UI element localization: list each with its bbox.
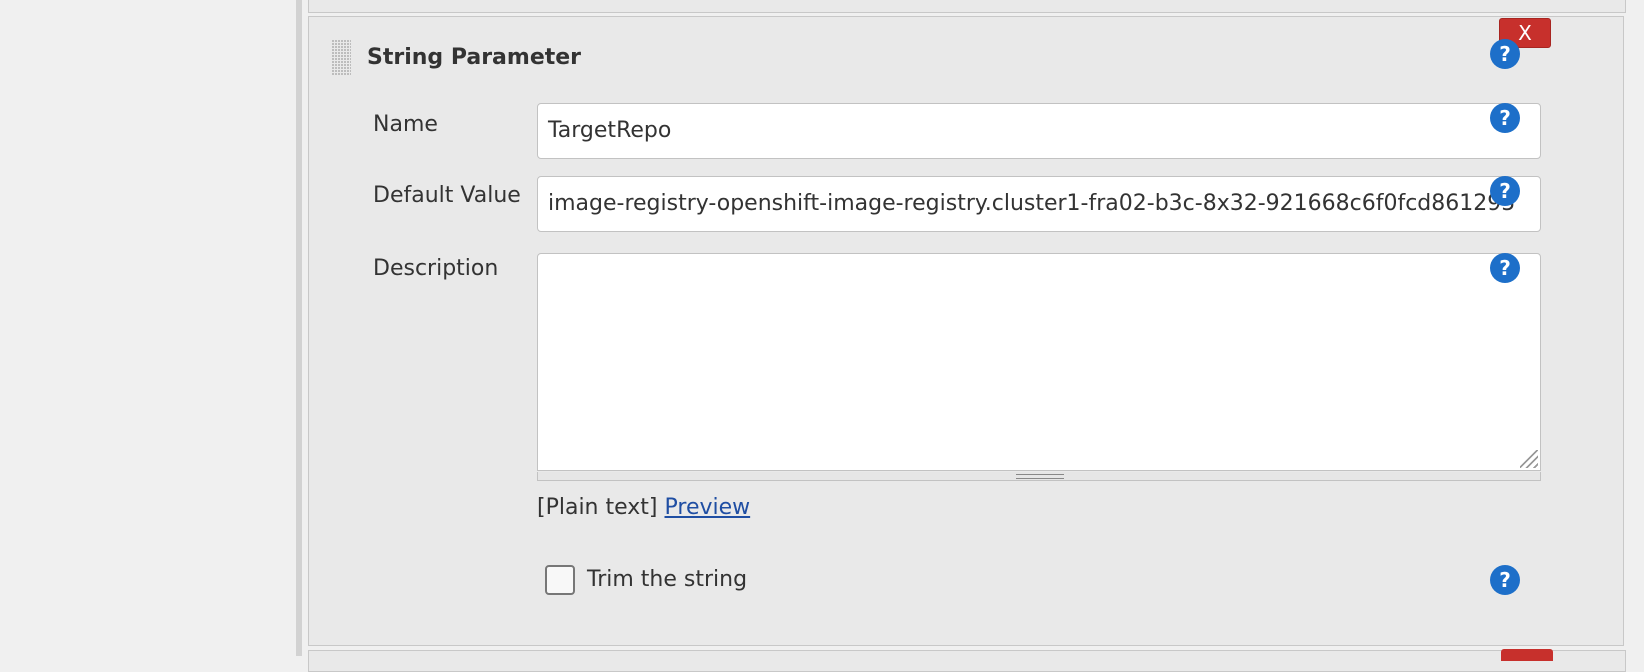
left-gutter — [0, 0, 296, 656]
plain-text-label: [Plain text] — [537, 495, 658, 520]
name-input[interactable]: TargetRepo — [537, 103, 1541, 159]
drag-handle-icon[interactable] — [331, 39, 351, 75]
default-value-help-icon[interactable]: ? — [1490, 176, 1520, 206]
trim-checkbox[interactable] — [545, 565, 575, 595]
default-value-input[interactable]: image-registry-openshift-image-registry.… — [537, 176, 1541, 232]
description-help-icon[interactable]: ? — [1490, 253, 1520, 283]
textarea-height-handle[interactable] — [537, 472, 1541, 481]
name-label: Name — [373, 112, 438, 137]
help-icon[interactable]: ? — [1490, 39, 1520, 69]
left-divider — [296, 0, 302, 656]
previous-parameter-panel — [308, 0, 1626, 13]
string-parameter-panel: String Parameter X ? Name TargetRepo ? D… — [308, 16, 1624, 646]
preview-link[interactable]: Preview — [665, 495, 751, 520]
trim-label[interactable]: Trim the string — [587, 567, 747, 592]
panel-title: String Parameter — [367, 45, 582, 70]
description-label: Description — [373, 256, 499, 281]
resize-grip-icon[interactable] — [1520, 450, 1538, 468]
next-parameter-panel — [308, 649, 1626, 672]
name-help-icon[interactable]: ? — [1490, 103, 1520, 133]
trim-help-icon[interactable]: ? — [1490, 565, 1520, 595]
description-textarea[interactable] — [537, 253, 1541, 471]
preview-row: [Plain text] Preview — [537, 495, 750, 520]
default-value-label: Default Value — [373, 183, 521, 208]
next-delete-button[interactable] — [1501, 649, 1553, 661]
